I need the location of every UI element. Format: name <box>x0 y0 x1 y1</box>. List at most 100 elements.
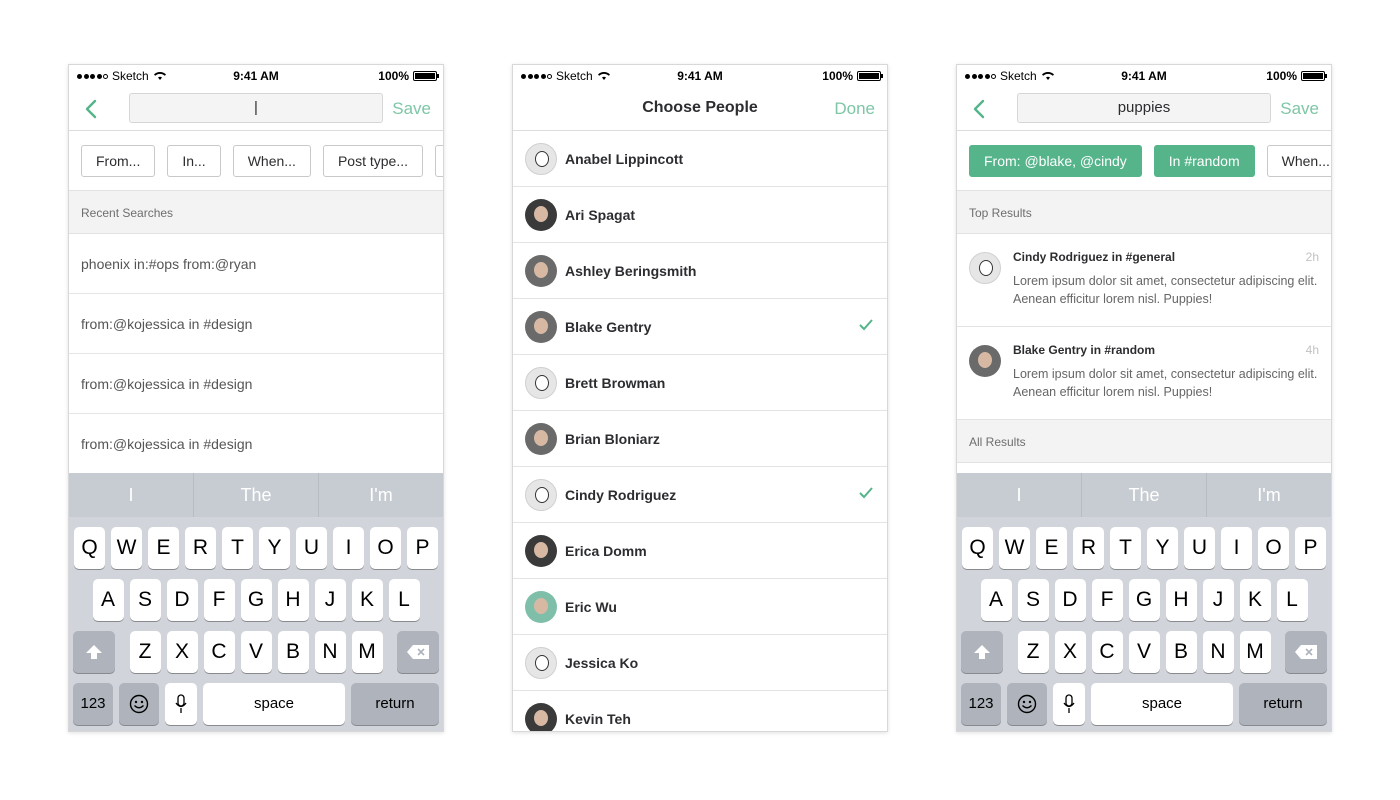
key-c[interactable]: C <box>203 631 235 673</box>
key-n[interactable]: N <box>314 631 346 673</box>
key-z[interactable]: Z <box>1017 631 1049 673</box>
key-r[interactable]: R <box>185 527 216 569</box>
back-arrow-icon[interactable] <box>81 98 103 120</box>
key-q[interactable]: Q <box>74 527 105 569</box>
suggestion-item[interactable]: I <box>957 473 1082 517</box>
key-m[interactable]: M <box>351 631 383 673</box>
numbers-key[interactable]: 123 <box>73 683 113 725</box>
recent-search-item[interactable]: from:@kojessica in #design <box>69 354 443 414</box>
key-q[interactable]: Q <box>962 527 993 569</box>
person-row[interactable]: Cindy Rodriguez <box>513 467 887 523</box>
chip-more[interactable] <box>435 144 443 177</box>
key-f[interactable]: F <box>1091 579 1123 621</box>
key-n[interactable]: N <box>1202 631 1234 673</box>
key-x[interactable]: X <box>1054 631 1086 673</box>
key-l[interactable]: L <box>1276 579 1308 621</box>
key-t[interactable]: T <box>1110 527 1141 569</box>
key-k[interactable]: K <box>351 579 383 621</box>
search-input[interactable]: puppies <box>1017 93 1271 123</box>
key-g[interactable]: G <box>240 579 272 621</box>
key-z[interactable]: Z <box>129 631 161 673</box>
key-e[interactable]: E <box>1036 527 1067 569</box>
key-u[interactable]: U <box>296 527 327 569</box>
person-row[interactable]: Brian Bloniarz <box>513 411 887 467</box>
recent-search-item[interactable]: from:@kojessica in #design <box>69 414 443 474</box>
key-c[interactable]: C <box>1091 631 1123 673</box>
chip-from[interactable]: From... <box>81 144 156 177</box>
shift-key[interactable] <box>961 631 1003 673</box>
key-w[interactable]: W <box>111 527 142 569</box>
save-button[interactable]: Save <box>392 99 431 119</box>
key-i[interactable]: I <box>1221 527 1252 569</box>
suggestion-item[interactable]: I <box>69 473 194 517</box>
key-d[interactable]: D <box>166 579 198 621</box>
key-y[interactable]: Y <box>1147 527 1178 569</box>
person-row[interactable]: Ashley Beringsmith <box>513 243 887 299</box>
key-a[interactable]: A <box>980 579 1012 621</box>
person-row[interactable]: Kevin Teh <box>513 691 887 731</box>
key-u[interactable]: U <box>1184 527 1215 569</box>
key-p[interactable]: P <box>1295 527 1326 569</box>
key-b[interactable]: B <box>1165 631 1197 673</box>
key-v[interactable]: V <box>240 631 272 673</box>
key-s[interactable]: S <box>129 579 161 621</box>
chip-in[interactable]: In... <box>167 144 221 177</box>
key-w[interactable]: W <box>999 527 1030 569</box>
suggestion-item[interactable]: I'm <box>319 473 443 517</box>
key-h[interactable]: H <box>277 579 309 621</box>
back-arrow-icon[interactable] <box>969 98 991 120</box>
search-result[interactable]: Cindy Rodriguez in #general 2h Lorem ips… <box>957 234 1331 327</box>
key-b[interactable]: B <box>277 631 309 673</box>
space-key[interactable]: space <box>1091 683 1233 725</box>
chip-from[interactable]: From: @blake, @cindy <box>969 144 1142 177</box>
save-button[interactable]: Save <box>1280 99 1319 119</box>
person-row[interactable]: Ari Spagat <box>513 187 887 243</box>
emoji-key[interactable] <box>1007 683 1047 725</box>
suggestion-item[interactable]: The <box>194 473 319 517</box>
delete-key[interactable] <box>397 631 439 673</box>
space-key[interactable]: space <box>203 683 345 725</box>
person-row[interactable]: Jessica Ko <box>513 635 887 691</box>
key-a[interactable]: A <box>92 579 124 621</box>
return-key[interactable]: return <box>351 683 439 725</box>
person-row[interactable]: Brett Browman <box>513 355 887 411</box>
key-h[interactable]: H <box>1165 579 1197 621</box>
person-row[interactable]: Blake Gentry <box>513 299 887 355</box>
delete-key[interactable] <box>1285 631 1327 673</box>
key-k[interactable]: K <box>1239 579 1271 621</box>
key-g[interactable]: G <box>1128 579 1160 621</box>
key-s[interactable]: S <box>1017 579 1049 621</box>
person-row[interactable]: Anabel Lippincott <box>513 131 887 187</box>
key-x[interactable]: X <box>166 631 198 673</box>
person-row[interactable]: Erica Domm <box>513 523 887 579</box>
key-t[interactable]: T <box>222 527 253 569</box>
mic-key[interactable] <box>165 683 197 725</box>
chip-when[interactable]: When... <box>1266 144 1331 177</box>
key-o[interactable]: O <box>370 527 401 569</box>
search-result[interactable]: Blake Gentry in #random 4h Lorem ipsum d… <box>957 327 1331 420</box>
key-d[interactable]: D <box>1054 579 1086 621</box>
recent-search-item[interactable]: from:@kojessica in #design <box>69 294 443 354</box>
return-key[interactable]: return <box>1239 683 1327 725</box>
search-input[interactable]: | <box>129 93 383 123</box>
suggestion-item[interactable]: The <box>1082 473 1207 517</box>
key-f[interactable]: F <box>203 579 235 621</box>
person-row[interactable]: Eric Wu <box>513 579 887 635</box>
recent-search-item[interactable]: phoenix in:#ops from:@ryan <box>69 234 443 294</box>
key-e[interactable]: E <box>148 527 179 569</box>
key-y[interactable]: Y <box>259 527 290 569</box>
chip-when[interactable]: When... <box>232 144 311 177</box>
done-button[interactable]: Done <box>834 99 875 119</box>
suggestion-item[interactable]: I'm <box>1207 473 1331 517</box>
key-m[interactable]: M <box>1239 631 1271 673</box>
chip-post-type[interactable]: Post type... <box>322 144 423 177</box>
key-i[interactable]: I <box>333 527 364 569</box>
key-v[interactable]: V <box>1128 631 1160 673</box>
key-j[interactable]: J <box>314 579 346 621</box>
chip-in[interactable]: In #random <box>1153 144 1255 177</box>
key-o[interactable]: O <box>1258 527 1289 569</box>
numbers-key[interactable]: 123 <box>961 683 1001 725</box>
key-p[interactable]: P <box>407 527 438 569</box>
emoji-key[interactable] <box>119 683 159 725</box>
key-l[interactable]: L <box>388 579 420 621</box>
